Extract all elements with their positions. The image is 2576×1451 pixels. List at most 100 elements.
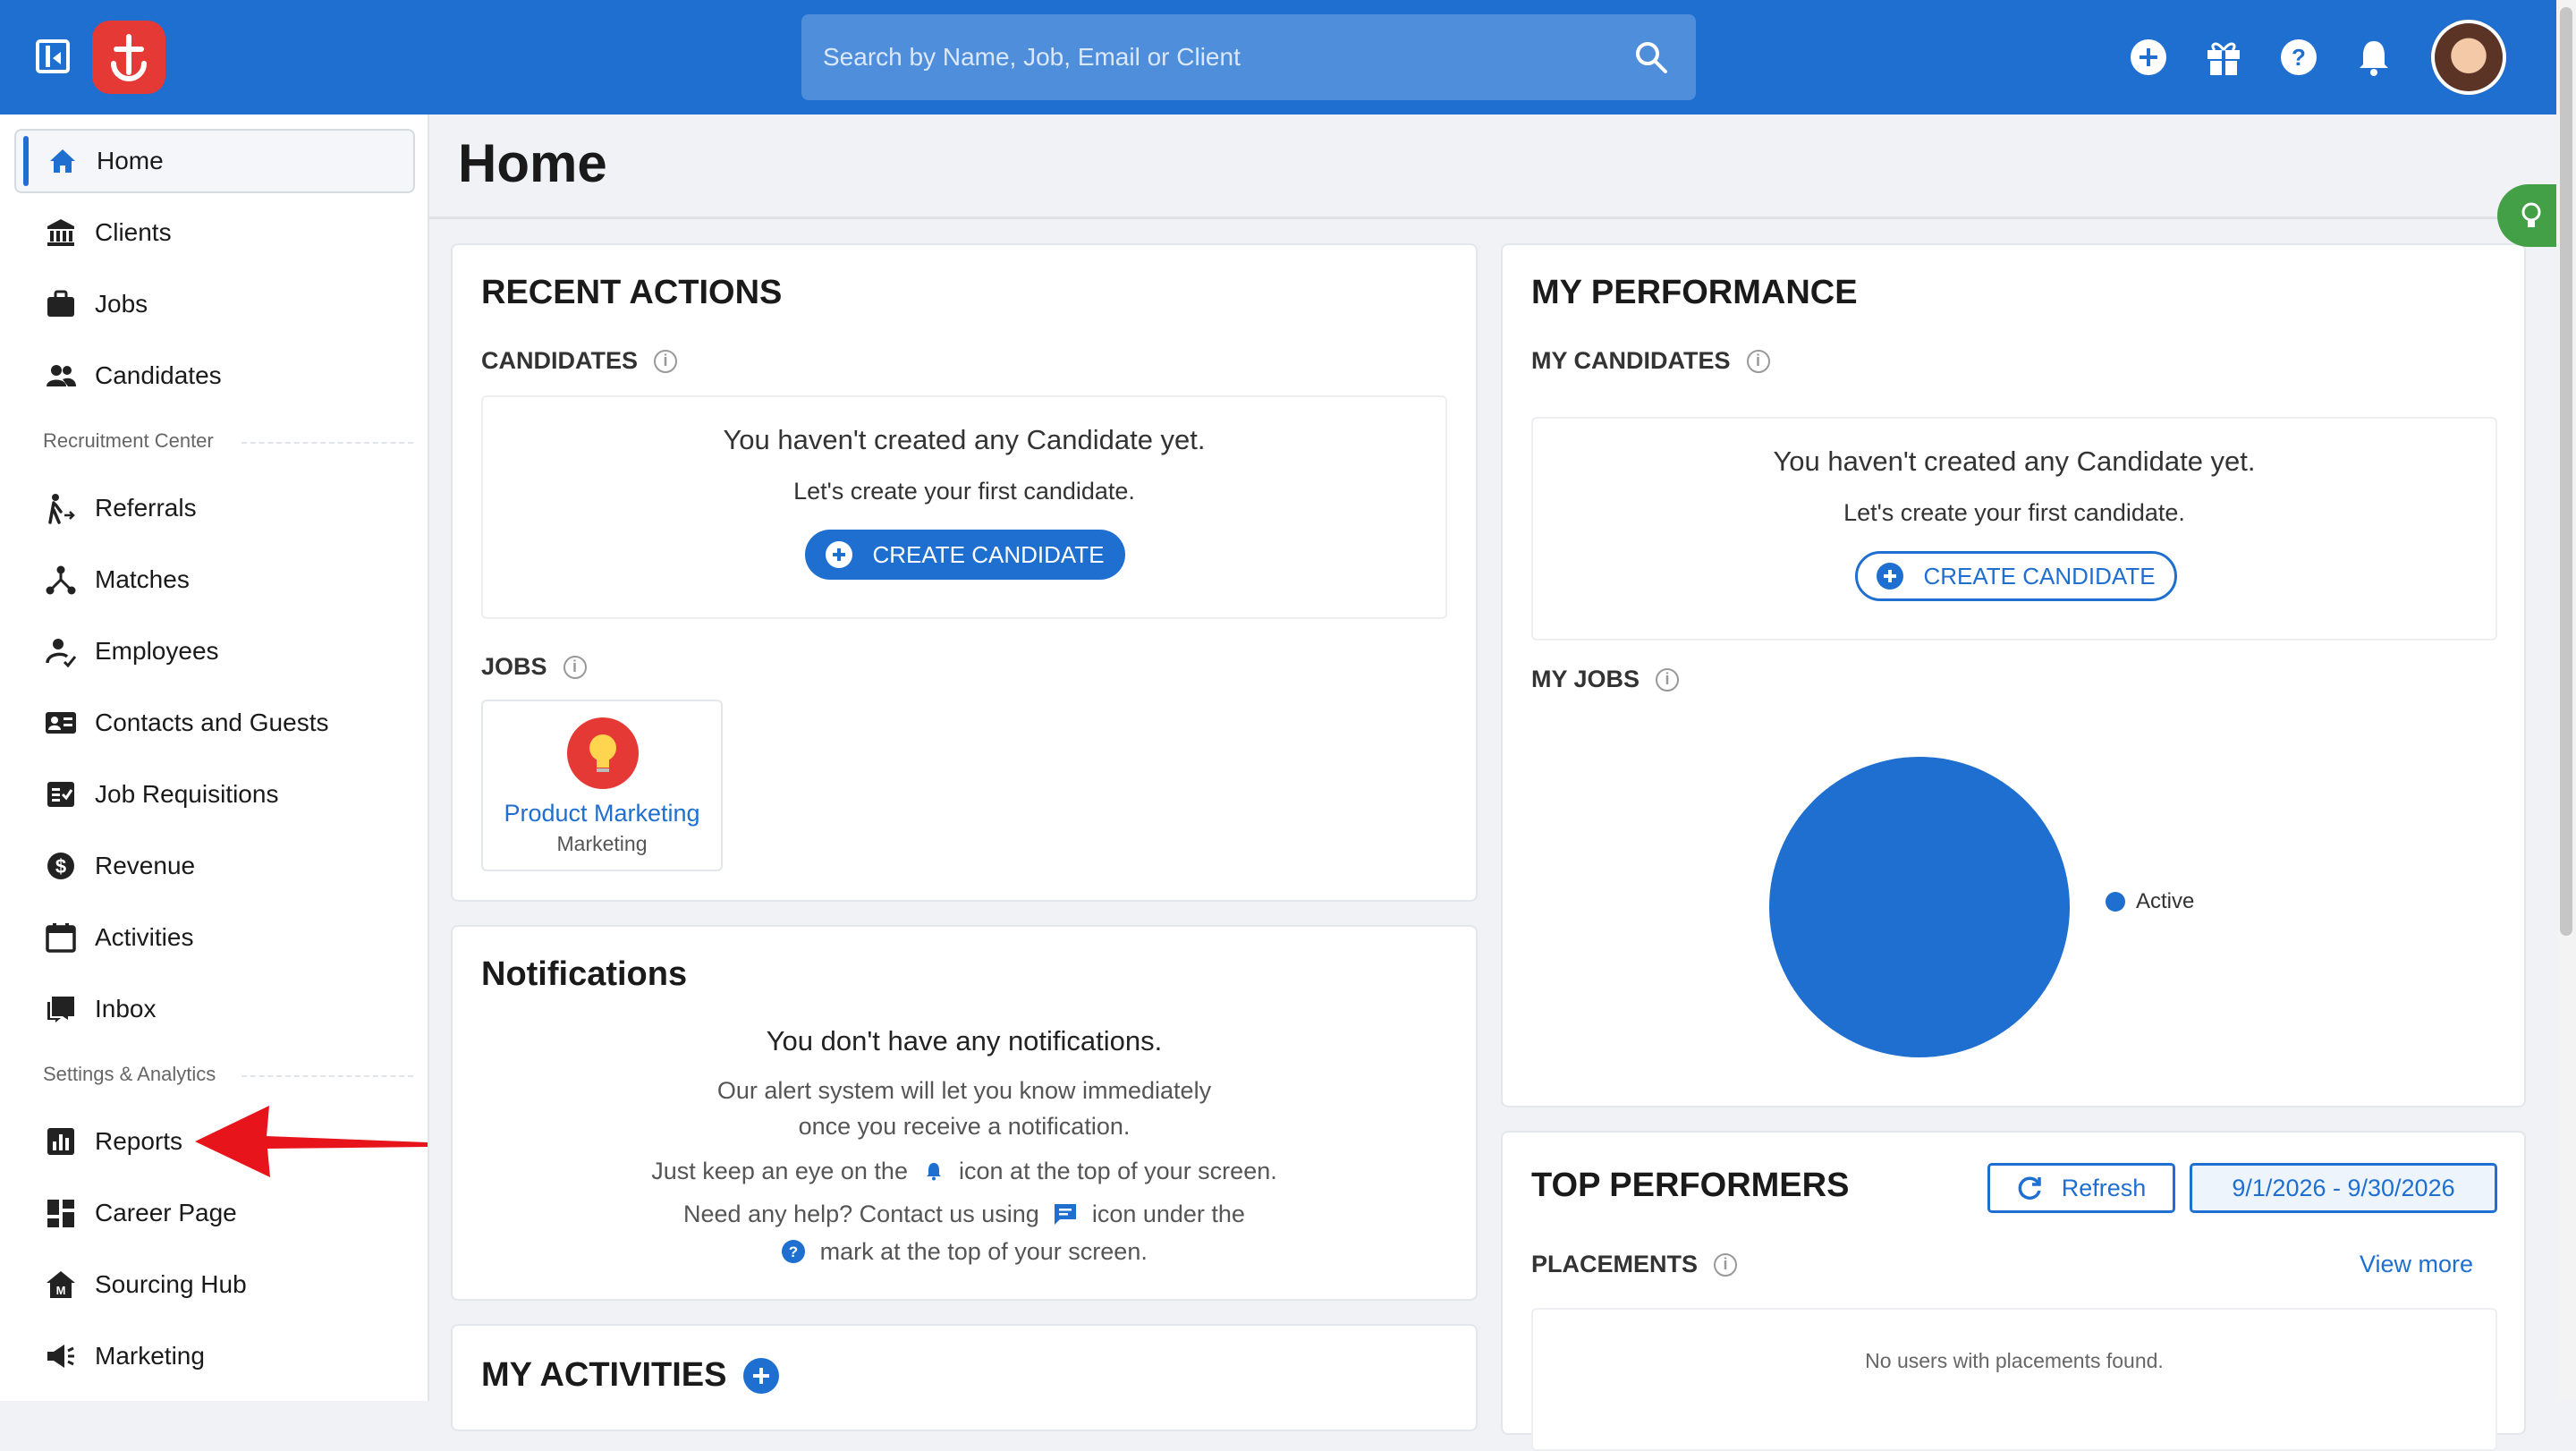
sidebar-item-candidates[interactable]: Candidates — [14, 344, 415, 408]
info-icon[interactable]: i — [563, 655, 587, 679]
sidebar-item-label: Reports — [95, 1127, 183, 1155]
sidebar-item-contacts-and-guests[interactable]: Contacts and Guests — [14, 691, 415, 755]
my-jobs-label: MY JOBS — [1531, 666, 1640, 692]
pie-legend: Active — [2106, 889, 2194, 914]
create-candidate-button[interactable]: CREATE CANDIDATE — [805, 530, 1125, 580]
top-performers-card: TOP PERFORMERS Refresh 9/1/2026 - 9/30/2… — [1501, 1131, 2526, 1451]
my-jobs-section-label: MY JOBS i — [1531, 666, 1680, 693]
empty-candidates-subtitle: Let's create your first candidate. — [793, 478, 1135, 505]
placements-box: No users with placements found. — [1531, 1308, 2497, 1451]
legend-swatch-active — [2106, 892, 2125, 912]
section-divider — [242, 442, 413, 444]
info-icon[interactable]: i — [1714, 1252, 1738, 1277]
sidebar-item-revenue[interactable]: $ Revenue — [14, 834, 415, 898]
my-activities-title: MY ACTIVITIES — [481, 1356, 727, 1394]
refresh-button[interactable]: Refresh — [1987, 1163, 2175, 1213]
view-more-link[interactable]: View more — [2360, 1251, 2473, 1278]
top-bar: Search by Name, Job, Email or Client ? — [0, 0, 2576, 115]
notifications-line-3: Just keep an eye on the icon at the top … — [453, 1158, 1476, 1185]
sidebar-item-job-requisitions[interactable]: Job Requisitions — [14, 762, 415, 827]
sidebar-item-label: Activities — [95, 923, 194, 951]
sidebar-item-matches[interactable]: Matches — [14, 547, 415, 612]
job-card[interactable]: Product Marketing Marketing — [481, 700, 723, 871]
placements-label: PLACEMENTS — [1531, 1251, 1699, 1277]
top-performers-title: TOP PERFORMERS — [1531, 1167, 1850, 1204]
sidebar-item-referrals[interactable]: Referrals — [14, 476, 415, 540]
info-icon[interactable]: i — [654, 349, 677, 373]
sidebar-item-label: Career Page — [95, 1199, 237, 1226]
sidebar-item-marketing[interactable]: Marketing — [14, 1324, 415, 1388]
info-icon[interactable]: i — [1656, 667, 1680, 692]
gift-icon[interactable] — [2200, 34, 2247, 81]
sidebar: Home Clients Jobs Candidates Recruitment… — [0, 115, 429, 1401]
help-icon[interactable]: ? — [2275, 34, 2322, 81]
section-divider — [242, 1075, 413, 1077]
bell-icon[interactable] — [2351, 34, 2397, 81]
scrollbar-thumb[interactable] — [2560, 7, 2572, 936]
add-icon[interactable] — [2125, 34, 2172, 81]
my-create-candidate-button[interactable]: CREATE CANDIDATE — [1855, 551, 2177, 601]
add-activity-icon[interactable] — [742, 1357, 780, 1395]
candidates-section-label: CANDIDATES i — [481, 347, 677, 375]
plus-circle-icon — [826, 541, 853, 568]
sidebar-item-inbox[interactable]: Inbox — [14, 977, 415, 1041]
notifications-card: Notifications You don't have any notific… — [451, 925, 1478, 1301]
sidebar-item-sourcing-hub[interactable]: M Sourcing Hub — [14, 1252, 415, 1317]
user-avatar[interactable] — [2431, 20, 2506, 95]
my-activities-header: MY ACTIVITIES — [481, 1356, 780, 1395]
tips-button[interactable] — [2497, 184, 2560, 247]
lightbulb-icon — [2521, 202, 2541, 227]
my-performance-card: MY PERFORMANCE MY CANDIDATES i You haven… — [1501, 243, 2526, 1107]
notifications-line-5: ? mark at the top of your screen. — [453, 1238, 1476, 1266]
sidebar-item-label: Inbox — [95, 995, 157, 1022]
sidebar-item-label: Employees — [95, 637, 219, 665]
sidebar-item-label: Revenue — [95, 852, 196, 879]
megaphone-icon — [43, 1338, 79, 1374]
annotation-arrow-icon — [195, 1106, 428, 1177]
briefcase-icon — [43, 286, 79, 322]
info-icon[interactable]: i — [1746, 349, 1770, 373]
my-empty-candidates-box: You haven't created any Candidate yet. L… — [1531, 417, 2497, 641]
notifications-line-4b: icon under the — [1091, 1201, 1245, 1227]
app-logo[interactable] — [92, 21, 165, 94]
sidebar-item-clients[interactable]: Clients — [14, 200, 415, 265]
sidebar-toggle-icon[interactable] — [36, 39, 70, 73]
sidebar-item-activities[interactable]: Activities — [14, 905, 415, 970]
date-range-picker[interactable]: 9/1/2026 - 9/30/2026 — [2190, 1163, 2497, 1213]
sidebar-item-label: Candidates — [95, 361, 222, 389]
notifications-line-3b: icon at the top of your screen. — [959, 1158, 1277, 1184]
chat-icon — [1055, 1204, 1077, 1225]
recent-actions-title: RECENT ACTIONS — [481, 274, 783, 311]
sidebar-item-career-page[interactable]: Career Page — [14, 1181, 415, 1245]
sidebar-item-label: Marketing — [95, 1342, 205, 1370]
empty-candidates-box: You haven't created any Candidate yet. L… — [481, 395, 1447, 619]
section-recruitment-center: Recruitment Center — [43, 429, 214, 452]
svg-text:$: $ — [55, 855, 66, 878]
search-input[interactable]: Search by Name, Job, Email or Client — [801, 14, 1696, 100]
bar-chart-icon — [43, 1124, 79, 1159]
sidebar-item-label: Job Requisitions — [95, 780, 279, 808]
employee-icon — [43, 633, 79, 669]
section-settings-analytics: Settings & Analytics — [43, 1063, 216, 1085]
empty-candidates-title: You haven't created any Candidate yet. — [723, 424, 1206, 455]
sidebar-item-label: Sourcing Hub — [95, 1270, 247, 1298]
search-icon[interactable] — [1631, 38, 1671, 77]
job-title-link[interactable]: Product Marketing — [483, 800, 721, 827]
sidebar-item-jobs[interactable]: Jobs — [14, 272, 415, 336]
lightbulb-icon — [567, 717, 639, 789]
logo-mark-icon — [111, 34, 147, 81]
my-candidates-section-label: MY CANDIDATES i — [1531, 347, 1770, 375]
sidebar-item-employees[interactable]: Employees — [14, 619, 415, 683]
pie-slice-active[interactable] — [1769, 757, 2070, 1057]
placements-section-label: PLACEMENTS i — [1531, 1251, 1738, 1278]
title-divider — [428, 216, 2549, 219]
jobs-section-label: JOBS i — [481, 653, 587, 681]
home-icon — [45, 143, 80, 179]
notifications-line-1: Our alert system will let you know immed… — [716, 1077, 1212, 1104]
my-activities-card: MY ACTIVITIES — [451, 1324, 1478, 1431]
sidebar-item-home[interactable]: Home — [14, 129, 415, 193]
page-title: Home — [458, 133, 607, 193]
legend-label-active: Active — [2136, 889, 2195, 913]
my-create-candidate-label: CREATE CANDIDATE — [1923, 562, 2156, 590]
jobs-label: JOBS — [481, 653, 547, 680]
